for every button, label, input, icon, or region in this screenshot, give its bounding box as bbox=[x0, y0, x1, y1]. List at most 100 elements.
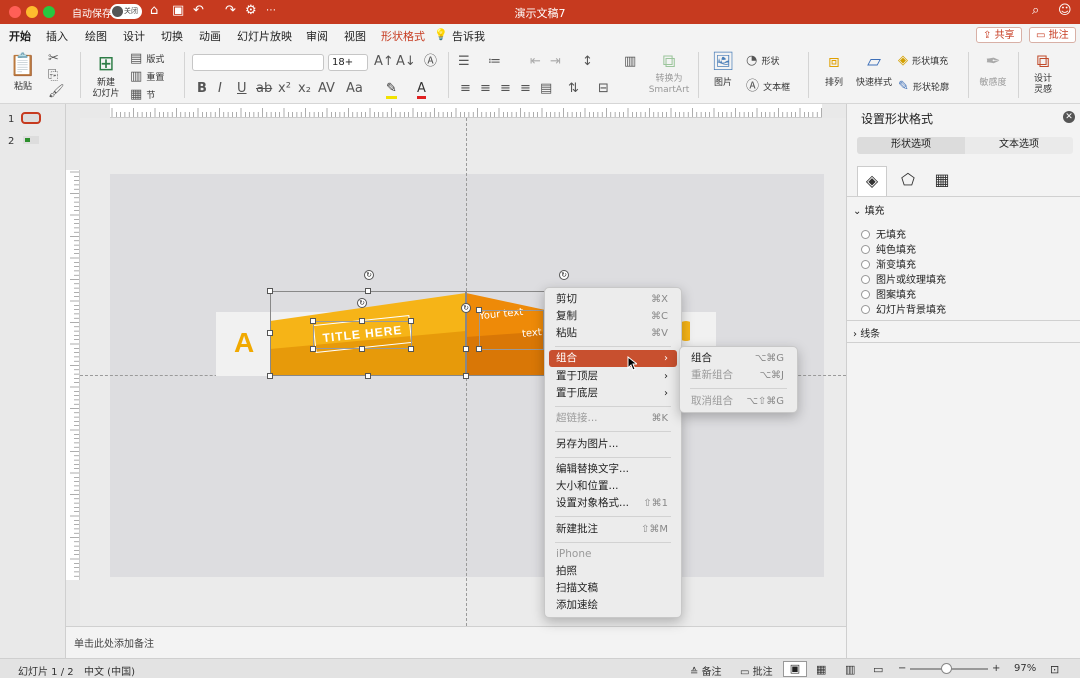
tab-text-options[interactable]: 文本选项 bbox=[965, 137, 1073, 154]
superscript-button[interactable]: x² bbox=[278, 82, 291, 96]
submenu-item-regroup[interactable]: 重新组合 ⌥⌘J bbox=[684, 367, 793, 384]
menu-item-edit-alt-text[interactable]: 编辑替换文字... bbox=[549, 461, 677, 478]
resize-handle[interactable] bbox=[267, 330, 273, 336]
rotate-handle-icon[interactable]: ↻ bbox=[461, 303, 471, 313]
fill-option-solid[interactable]: 纯色填充 bbox=[861, 241, 916, 256]
close-pane-icon[interactable]: ✕ bbox=[1063, 111, 1075, 123]
radio-button[interactable] bbox=[861, 305, 870, 314]
new-slide-button[interactable]: ⊞ 新建 幻灯片 bbox=[88, 52, 124, 100]
comments-button[interactable]: ▭ 批注 bbox=[1029, 27, 1076, 43]
submenu-item-ungroup[interactable]: 取消组合 ⌥⇧⌘G bbox=[684, 393, 793, 410]
increase-font-icon[interactable]: A↑ bbox=[374, 55, 394, 69]
slide-sorter-icon[interactable]: ▦ bbox=[816, 663, 826, 676]
resize-handle[interactable] bbox=[408, 346, 414, 352]
reading-view-icon[interactable]: ▥ bbox=[845, 663, 855, 676]
fit-slide-icon[interactable]: ⊡ bbox=[1050, 663, 1059, 676]
fill-option-gradient[interactable]: 渐变填充 bbox=[861, 256, 916, 271]
bold-button[interactable]: B bbox=[197, 82, 207, 96]
copy-icon[interactable]: ⎘ bbox=[48, 69, 58, 83]
fill-option-picture[interactable]: 图片或纹理填充 bbox=[861, 271, 946, 286]
fill-option-pattern[interactable]: 图案填充 bbox=[861, 286, 916, 301]
section-button[interactable]: ▦ 节 bbox=[130, 88, 155, 102]
menu-item-format-object[interactable]: 设置对象格式... ⇧⌘1 bbox=[549, 495, 677, 512]
resize-handle[interactable] bbox=[310, 318, 316, 324]
text-direction-icon[interactable]: ⇅ bbox=[568, 82, 579, 96]
slide-thumbnail-1[interactable] bbox=[21, 112, 41, 124]
align-text-icon[interactable]: ⊟ bbox=[598, 82, 609, 96]
menu-item-paste[interactable]: 粘贴 ⌘V bbox=[549, 325, 677, 342]
tab-slideshow[interactable]: 幻灯片放映 bbox=[237, 28, 292, 44]
radio-button[interactable] bbox=[861, 260, 870, 269]
tab-transitions[interactable]: 切换 bbox=[161, 28, 183, 44]
picture-button[interactable]: 🖼 图片 bbox=[706, 52, 740, 89]
align-left-icon[interactable]: ≡ bbox=[460, 82, 471, 96]
font-name-dropdown[interactable] bbox=[192, 54, 324, 71]
language-indicator[interactable]: 中文 (中国) bbox=[84, 663, 135, 678]
distributed-icon[interactable]: ▤ bbox=[540, 82, 552, 96]
tab-shape-format[interactable]: 形状格式 bbox=[381, 28, 425, 44]
tab-review[interactable]: 审阅 bbox=[306, 28, 328, 44]
resize-handle[interactable] bbox=[476, 346, 482, 352]
normal-view-icon[interactable]: ▣ bbox=[783, 661, 807, 677]
zoom-in-icon[interactable]: + bbox=[992, 663, 1000, 674]
justify-icon[interactable]: ≡ bbox=[520, 82, 531, 96]
font-color-icon[interactable]: A bbox=[417, 82, 426, 99]
shapes-button[interactable]: ◔ 形状 bbox=[746, 54, 780, 68]
submenu-item-group[interactable]: 组合 ⌥⌘G bbox=[684, 350, 793, 367]
zoom-level[interactable]: 97% bbox=[1014, 663, 1036, 674]
arrange-button[interactable]: ⧈ 排列 bbox=[816, 52, 852, 89]
resize-handle[interactable] bbox=[310, 346, 316, 352]
menu-item-add-sketch[interactable]: 添加速绘 bbox=[549, 597, 677, 614]
change-case-button[interactable]: Aa bbox=[346, 82, 363, 96]
line-spacing-icon[interactable]: ↕ bbox=[582, 55, 593, 69]
rotate-handle-icon[interactable]: ↻ bbox=[357, 298, 367, 308]
resize-handle[interactable] bbox=[359, 318, 365, 324]
tab-animations[interactable]: 动画 bbox=[199, 28, 221, 44]
fill-line-icon[interactable]: ◈ bbox=[857, 166, 887, 196]
shape-outline-button[interactable]: ✎ 形状轮廓 bbox=[898, 80, 949, 94]
textbox-button[interactable]: Ⓐ 文本框 bbox=[746, 80, 790, 94]
resize-handle[interactable] bbox=[408, 318, 414, 324]
paste-button[interactable]: 📋 粘贴 bbox=[8, 54, 38, 93]
resize-handle[interactable] bbox=[267, 373, 273, 379]
designer-button[interactable]: ⧉ 设计 灵感 bbox=[1026, 52, 1060, 96]
banner-letter[interactable]: A bbox=[234, 327, 254, 359]
menu-item-group[interactable]: 组合 › bbox=[549, 350, 677, 367]
highlight-icon[interactable]: ✎ bbox=[386, 82, 397, 99]
increase-indent-icon[interactable]: ⇥ bbox=[550, 55, 561, 69]
selection-box[interactable] bbox=[479, 310, 544, 350]
fill-option-none[interactable]: 无填充 bbox=[861, 226, 906, 241]
align-center-icon[interactable]: ≡ bbox=[480, 82, 491, 96]
underline-button[interactable]: U bbox=[237, 82, 247, 96]
shape-fill-button[interactable]: ◈ 形状填充 bbox=[898, 54, 948, 68]
size-properties-icon[interactable]: ▦ bbox=[927, 166, 957, 196]
clear-format-icon[interactable]: Ⓐ bbox=[424, 55, 437, 69]
tell-me-search[interactable]: 告诉我 bbox=[452, 28, 485, 44]
columns-icon[interactable]: ▥ bbox=[624, 55, 636, 69]
tab-home[interactable]: 开始 bbox=[9, 28, 31, 48]
menu-item-scan-documents[interactable]: 扫描文稿 bbox=[549, 580, 677, 597]
format-painter-icon[interactable]: 🖌 bbox=[48, 85, 65, 99]
tab-insert[interactable]: 插入 bbox=[46, 28, 68, 44]
comments-toggle[interactable]: ▭ 批注 bbox=[740, 663, 773, 678]
effects-icon[interactable]: ⬠ bbox=[893, 166, 923, 196]
subscript-button[interactable]: x₂ bbox=[298, 82, 311, 96]
font-size-dropdown[interactable]: 18+ bbox=[328, 54, 368, 71]
selection-box[interactable] bbox=[313, 321, 412, 349]
zoom-slider-thumb[interactable] bbox=[941, 663, 952, 674]
numbering-icon[interactable]: ≔ bbox=[488, 55, 501, 69]
layout-button[interactable]: ▤ 版式 bbox=[130, 52, 164, 66]
tab-view[interactable]: 视图 bbox=[344, 28, 366, 44]
resize-handle[interactable] bbox=[267, 288, 273, 294]
resize-handle[interactable] bbox=[476, 307, 482, 313]
rotate-handle-icon[interactable]: ↻ bbox=[364, 270, 374, 280]
radio-button[interactable] bbox=[861, 245, 870, 254]
menu-item-take-photo[interactable]: 拍照 bbox=[549, 563, 677, 580]
resize-handle[interactable] bbox=[359, 346, 365, 352]
decrease-indent-icon[interactable]: ⇤ bbox=[530, 55, 541, 69]
sensitivity-button[interactable]: ✒ 敏感度 bbox=[976, 52, 1010, 89]
resize-handle[interactable] bbox=[463, 373, 469, 379]
decrease-font-icon[interactable]: A↓ bbox=[396, 55, 416, 69]
resize-handle[interactable] bbox=[463, 346, 469, 352]
resize-handle[interactable] bbox=[365, 373, 371, 379]
